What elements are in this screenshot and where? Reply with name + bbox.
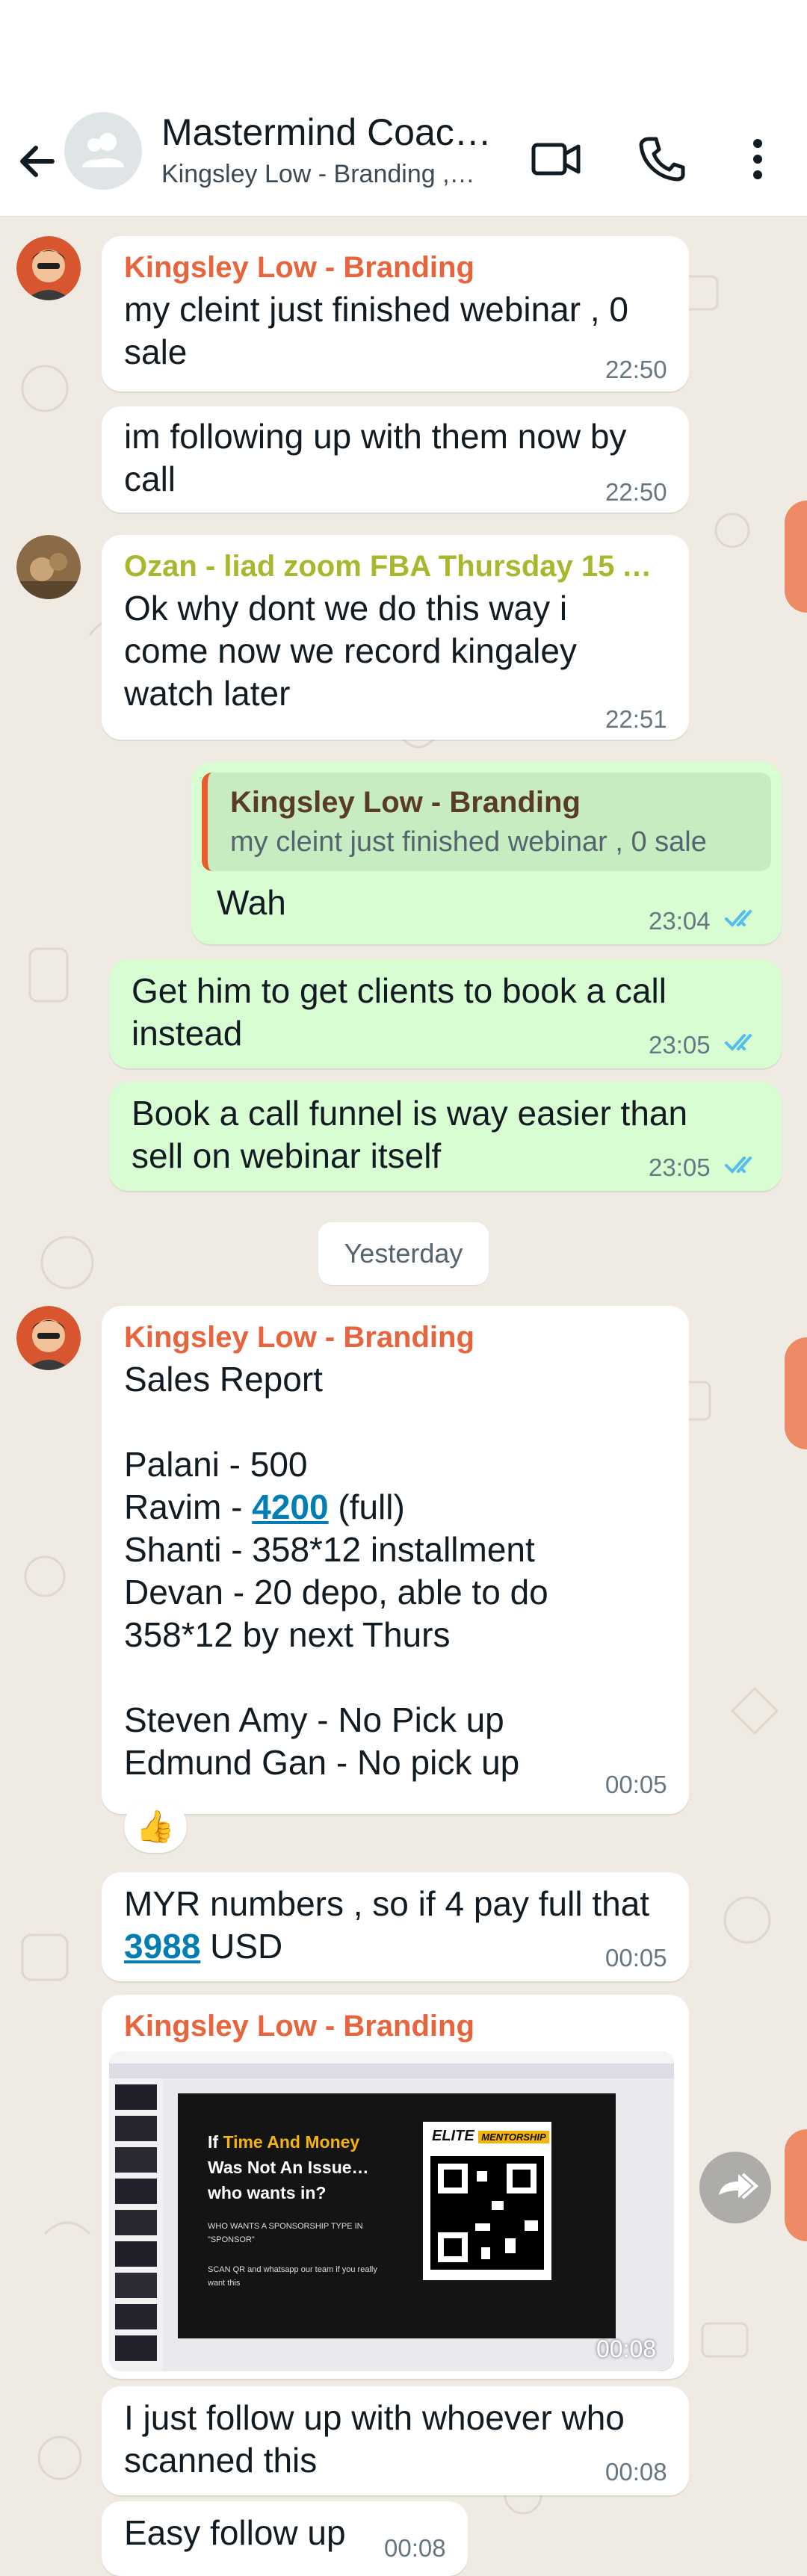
status-bar-area [0, 0, 807, 105]
message-time: 00:05 [605, 1944, 667, 1972]
message-text: Easy follow up [124, 2513, 346, 2552]
sender-name[interactable]: Kingsley Low - Branding [124, 251, 662, 285]
quoted-sender: Kingsley Low - Branding [230, 786, 581, 819]
more-vert-icon[interactable] [725, 126, 792, 193]
report-line: Palani - 500 [124, 1445, 308, 1484]
message-time: 00:08 [605, 2458, 667, 2486]
chat-title[interactable]: Mastermind Coac… [161, 111, 505, 154]
message-time: 00:08 [384, 2534, 446, 2562]
report-title: Sales Report [124, 1360, 323, 1399]
message-time: 22:50 [605, 356, 667, 383]
message-time: 00:05 [605, 1771, 667, 1798]
message-bubble-incoming[interactable]: I just follow up with whoever who scanne… [102, 2386, 689, 2495]
message-text: Ok why dont we do this way i come now we… [124, 589, 577, 713]
message-text-part: MYR numbers , so if 4 pay full that [124, 1884, 650, 1923]
message-bubble-incoming[interactable]: im following up with them now by call 22… [102, 406, 689, 513]
message-bubble-incoming[interactable]: Ozan - liad zoom FBA Thursday 15 A… Ok w… [102, 535, 689, 740]
slide-headline: If Time And Money [208, 2132, 359, 2152]
read-ticks-icon [723, 907, 762, 931]
group-avatar-icon[interactable] [64, 112, 142, 190]
message-text-part: USD [200, 1927, 283, 1966]
message-bubble-incoming[interactable]: Kingsley Low - Branding Sales Report Pal… [102, 1306, 689, 1814]
slide-text: If [208, 2132, 223, 2152]
report-line: Ravim - 4200 (full) [124, 1486, 405, 1529]
video-duration: 00:08 [596, 2335, 657, 2362]
slide-caption: WHO WANTS A SPONSORSHIP TYPE IN [208, 2222, 363, 2231]
message-text: Wah [217, 883, 286, 922]
message-bubble-outgoing[interactable]: Book a call funnel is way easier than se… [109, 1082, 782, 1191]
message-time: 23:04 [649, 907, 711, 935]
chat-area[interactable]: Kingsley Low - Branding my cleint just f… [0, 217, 807, 2576]
slide-caption: want this [208, 2279, 241, 2288]
message-time: 22:51 [605, 705, 667, 733]
slide-screenshot [109, 2052, 674, 2371]
avatar-ozan[interactable] [16, 535, 81, 599]
avatar-kingsley[interactable] [16, 236, 81, 300]
slide-brand-text: ELITE [432, 2128, 474, 2144]
side-scroll-shadow [785, 501, 807, 613]
number-link[interactable]: 3988 [124, 1927, 200, 1966]
message-time: 22:50 [605, 478, 667, 506]
message-text: I just follow up with whoever who scanne… [124, 2398, 625, 2480]
slide-headline: Was Not An Issue… [208, 2158, 369, 2177]
side-scroll-shadow [785, 2129, 807, 2241]
message-text: im following up with them now by call [124, 417, 627, 498]
report-line: Edmund Gan - No pick up [124, 1743, 520, 1782]
message-text: MYR numbers , so if 4 pay full that 3988 … [124, 1883, 677, 1968]
slide-brand: ELITE MENTORSHIP [432, 2128, 549, 2145]
report-line: Steven Amy - No Pick up [124, 1700, 504, 1739]
phone-number-link[interactable]: 4200 [252, 1487, 328, 1526]
chat-header: Mastermind Coac… Kingsley Low - Branding… [0, 105, 807, 217]
message-bubble-incoming[interactable]: Kingsley Low - Branding my cleint just f… [102, 236, 689, 391]
chat-participants[interactable]: Kingsley Low - Branding ,… [161, 160, 490, 189]
read-ticks-icon [723, 1031, 762, 1055]
phone-call-icon[interactable] [628, 126, 695, 193]
message-bubble-incoming[interactable]: MYR numbers , so if 4 pay full that 3988 … [102, 1872, 689, 1981]
sender-name[interactable]: Kingsley Low - Branding [124, 1321, 662, 1354]
message-time: 23:05 [649, 1154, 711, 1181]
reaction-thumbs-up-icon[interactable]: 👍 [124, 1801, 187, 1853]
avatar-kingsley[interactable] [16, 1306, 81, 1370]
back-arrow-icon[interactable] [13, 131, 66, 191]
video-call-icon[interactable] [523, 126, 590, 193]
sender-name[interactable]: Ozan - liad zoom FBA Thursday 15 A… [124, 550, 662, 583]
side-scroll-shadow [785, 1337, 807, 1449]
date-divider: Yesterday [318, 1222, 489, 1285]
slide-headline: who wants in? [208, 2183, 327, 2202]
message-bubble-outgoing[interactable]: Kingsley Low - Branding my cleint just f… [191, 762, 782, 944]
sender-name[interactable]: Kingsley Low - Branding [124, 2010, 662, 2043]
video-thumbnail[interactable]: If Time And Money Was Not An Issue… who … [109, 2052, 674, 2371]
slide-text-highlight: Time And Money [223, 2132, 360, 2152]
report-line-text: Ravim - [124, 1487, 253, 1526]
forward-icon[interactable] [699, 2152, 771, 2223]
report-line: Shanti - 358*12 installment [124, 1530, 535, 1569]
message-bubble-incoming[interactable]: Easy follow up 00:08 [102, 2501, 468, 2576]
quoted-message[interactable]: Kingsley Low - Branding my cleint just f… [202, 773, 771, 871]
report-line-text: (full) [328, 1487, 405, 1526]
read-ticks-icon [723, 1154, 762, 1177]
slide-brand-tag: MENTORSHIP [478, 2131, 549, 2143]
slide-caption: "SPONSOR" [208, 2235, 255, 2244]
message-bubble-outgoing[interactable]: Get him to get clients to book a call in… [109, 959, 782, 1068]
slide-caption: SCAN QR and whatsapp our team if you rea… [208, 2265, 377, 2274]
message-time: 23:05 [649, 1031, 711, 1059]
report-line: Devan - 20 depo, able to do [124, 1573, 548, 1611]
message-text: my cleint just finished webinar , 0 sale [124, 290, 628, 371]
quoted-text: my cleint just finished webinar , 0 sale [230, 826, 707, 858]
report-line: 358*12 by next Thurs [124, 1615, 451, 1654]
